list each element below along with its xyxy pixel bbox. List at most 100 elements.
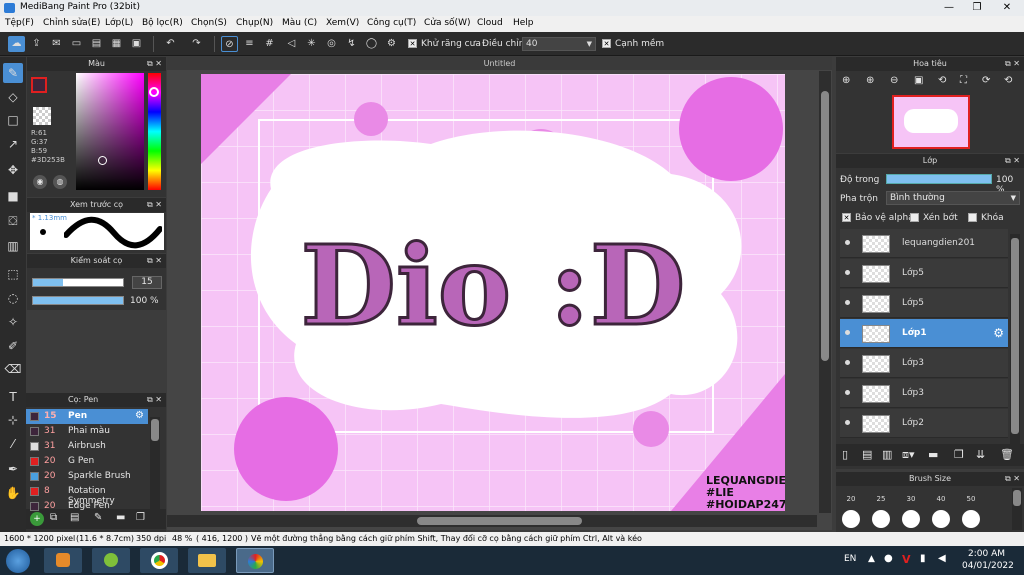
medibang-app[interactable] (236, 548, 274, 573)
palette-alt-icon[interactable]: ◍ (53, 175, 67, 189)
new-layer-icon[interactable]: ▯ (842, 448, 848, 461)
brush-item[interactable]: 31 Phai màu (26, 424, 148, 439)
bucket-tool-icon[interactable]: ⛋ (3, 211, 23, 231)
add-layer-dropdown-icon[interactable]: ⧈▾ (902, 448, 915, 462)
cloud-icon[interactable]: ☁ (8, 36, 25, 52)
clip-checkbox[interactable] (910, 213, 919, 223)
line-tool-icon[interactable]: ↗ (3, 134, 23, 154)
menu-capture[interactable]: Chụp(N) (236, 18, 273, 28)
rotate-right-icon[interactable]: ⟳ (982, 75, 990, 86)
layer-row[interactable]: Lớp2 (840, 409, 1008, 438)
brush-item[interactable]: 8 Rotation Symmetry (26, 484, 148, 506)
antialias-checkbox[interactable]: ✕ (408, 39, 417, 49)
snap-ellipse-icon[interactable]: ◯ (363, 36, 380, 52)
transparent-swatch[interactable] (33, 107, 51, 125)
brush-size-preset[interactable] (872, 510, 890, 528)
fill-rect-icon[interactable]: ■ (3, 186, 23, 206)
add-brush-icon[interactable]: + (30, 512, 44, 526)
select-pen-icon[interactable]: ✐ (3, 336, 23, 356)
zoom-in-icon[interactable]: ⊕ (842, 75, 850, 86)
brush-size-scrollbar[interactable] (1012, 488, 1022, 530)
menu-window[interactable]: Cửa số(W) (424, 18, 470, 28)
brush-size-preset[interactable] (842, 510, 860, 528)
gradient-tool-icon[interactable]: ▥ (3, 236, 23, 256)
rotate-left-icon[interactable]: ⟲ (938, 75, 946, 86)
blend-mode-select[interactable]: Bình thường ▼ (886, 191, 1020, 205)
file-explorer-app[interactable] (188, 548, 226, 573)
rect-tool-icon[interactable]: □ (3, 110, 23, 130)
vertical-scrollbar[interactable] (819, 71, 831, 513)
layer-row[interactable]: Lớp1 ⚙ (840, 319, 1008, 348)
eraser-tool-icon[interactable]: ◇ (3, 87, 23, 107)
snap-parallel-icon[interactable]: ≡ (241, 36, 258, 52)
protect-alpha-checkbox[interactable]: ✕ (842, 213, 851, 223)
gear-icon[interactable]: ⚙ (993, 326, 1004, 340)
language-indicator[interactable]: EN (844, 554, 856, 564)
menu-edit[interactable]: Chỉnh sửa(E) (43, 18, 100, 28)
delete-layer-icon[interactable]: 🗑 (1000, 448, 1014, 461)
upload-icon[interactable]: ⇪ (28, 36, 45, 52)
panel-icon[interactable]: ▣ (128, 36, 145, 52)
brush-item[interactable]: 15 Pen ⚙ (26, 409, 148, 424)
visibility-icon[interactable] (845, 270, 850, 275)
snap-settings-icon[interactable]: ⚙ (383, 36, 400, 52)
document-tab[interactable]: Untitled (167, 57, 832, 70)
snap-angle-icon[interactable]: ◁ (283, 36, 300, 52)
canvas-area[interactable]: Untitled Dio :D LEQUANGDIEN201 #LIE #HOI… (167, 57, 832, 530)
brush-tool-icon[interactable]: ✎ (3, 63, 23, 83)
hand-tool-icon[interactable]: ✋ (3, 483, 23, 503)
unikey-icon[interactable]: V (902, 553, 911, 566)
eyedropper-tool-icon[interactable]: ⁄ (3, 434, 23, 454)
grid-doc-icon[interactable]: ▦ (108, 36, 125, 52)
visibility-icon[interactable] (845, 300, 850, 305)
layer-opacity-slider[interactable] (886, 174, 992, 184)
brush-size-preset[interactable] (902, 510, 920, 528)
visibility-icon[interactable] (845, 360, 850, 365)
new-color-layer-icon[interactable]: ▥ (882, 448, 892, 461)
document-icon[interactable]: ▤ (88, 36, 105, 52)
snap-curve-icon[interactable]: ↯ (343, 36, 360, 52)
divide-tool-icon[interactable]: ⊹ (3, 410, 23, 430)
menu-layer[interactable]: Lớp(L) (105, 18, 133, 28)
color-picker-square[interactable] (76, 73, 144, 190)
soft-edge-checkbox[interactable]: ✕ (602, 39, 611, 49)
brush-opacity-slider[interactable] (32, 296, 124, 305)
snap-grid-icon[interactable]: # (261, 36, 278, 52)
menu-help[interactable]: Help (513, 18, 534, 28)
snap-off-icon[interactable]: ⊘ (221, 36, 238, 52)
layer-row[interactable]: Lớp3 (840, 349, 1008, 378)
color-picker-cursor[interactable] (98, 156, 107, 165)
volume-icon[interactable]: ◀ (938, 553, 946, 564)
minimize-button[interactable]: — (934, 0, 964, 16)
brush-item[interactable]: 20 G Pen (26, 454, 148, 469)
duplicate-layer-icon[interactable]: ❐ (954, 448, 964, 461)
snap-circle-icon[interactable]: ◎ (323, 36, 340, 52)
menu-view[interactable]: Xem(V) (326, 18, 359, 28)
move-tool-icon[interactable]: ✥ (3, 160, 23, 180)
tray-app-icon[interactable]: ● (884, 553, 893, 564)
snap-radial-icon[interactable]: ✳ (303, 36, 320, 52)
zoom-out-icon[interactable]: ⊖ (890, 75, 898, 86)
select-eraser-icon[interactable]: ⌫ (3, 359, 23, 379)
layer-row[interactable]: Lớp3 (840, 379, 1008, 408)
palette-icon[interactable]: ◉ (33, 175, 47, 189)
brush-list-scrollbar[interactable] (150, 417, 160, 512)
visibility-icon[interactable] (845, 390, 850, 395)
brush-size-preset[interactable] (962, 510, 980, 528)
actual-size-icon[interactable]: ▣ (914, 75, 923, 86)
layer-row[interactable]: lequangdien201 (840, 229, 1008, 258)
navigator-thumbnail[interactable] (892, 95, 970, 149)
undo-icon[interactable]: ↶ (162, 36, 179, 52)
magic-wand-icon[interactable]: ✧ (3, 312, 23, 332)
new-halftone-layer-icon[interactable]: ▤ (862, 448, 872, 461)
text-tool-icon[interactable]: T (3, 387, 23, 407)
merge-layer-icon[interactable]: ⇊ (976, 448, 985, 461)
fit-screen-icon[interactable]: ⛶ (960, 75, 967, 86)
menu-select[interactable]: Chọn(S) (191, 18, 227, 28)
folder-icon[interactable]: ▬ (928, 448, 938, 461)
chat-icon[interactable]: ▭ (68, 36, 85, 52)
tray-arrow-icon[interactable]: ▲ (868, 554, 875, 564)
menu-color[interactable]: Màu (C) (282, 18, 317, 28)
zoom-fit-icon[interactable]: ⊕ (866, 75, 874, 86)
comment-icon[interactable]: ✉ (48, 36, 65, 52)
